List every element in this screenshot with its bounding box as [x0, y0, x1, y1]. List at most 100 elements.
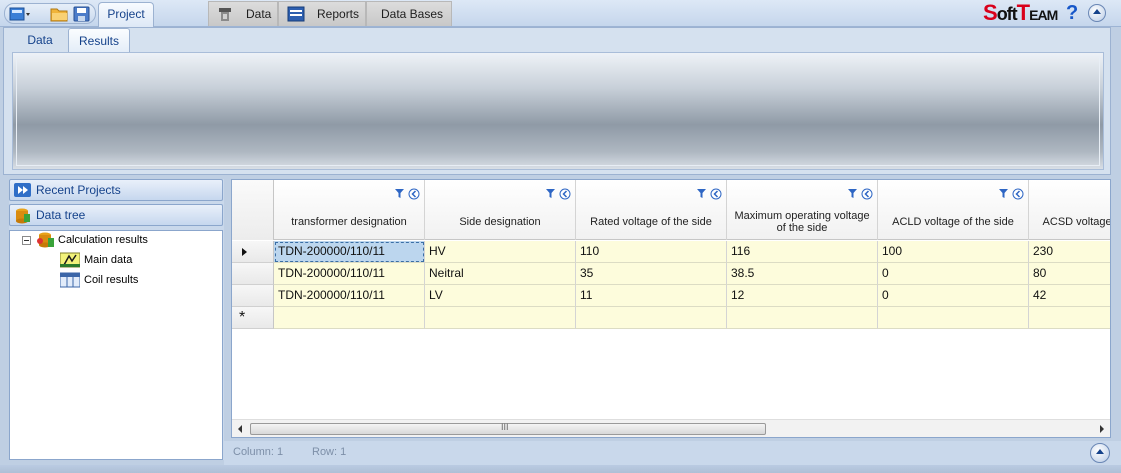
- column-header[interactable]: ACLD voltage of the side: [878, 180, 1029, 240]
- new-row-marker: *: [239, 309, 246, 326]
- table-cell[interactable]: 230: [1029, 241, 1110, 263]
- tab-project[interactable]: Project: [98, 2, 154, 27]
- scroll-grip: III: [501, 422, 509, 432]
- column-header-label: ACLD voltage of the side: [892, 216, 1014, 228]
- table-cell[interactable]: [425, 307, 576, 329]
- table-cell[interactable]: TDN-200000/110/11: [274, 241, 425, 263]
- open-folder-icon[interactable]: [50, 6, 68, 22]
- tree-item-main-data[interactable]: Main data: [46, 251, 132, 269]
- column-header-label: Side designation: [459, 216, 541, 228]
- row-selector[interactable]: [232, 263, 274, 285]
- logo-t: T: [1016, 0, 1030, 25]
- column-filter-icon[interactable]: [545, 188, 571, 200]
- row-selector[interactable]: [232, 241, 274, 263]
- database-icon: [36, 232, 56, 248]
- tab-data-bases[interactable]: Data Bases: [366, 1, 452, 26]
- table-cell[interactable]: 0: [878, 285, 1029, 307]
- table-cell[interactable]: LV: [425, 285, 576, 307]
- table-cell[interactable]: 80: [1029, 263, 1110, 285]
- tab-data-label: Data: [246, 7, 272, 21]
- tree-item-coil-results[interactable]: Coil results: [46, 271, 138, 289]
- help-icon[interactable]: ?: [1066, 2, 1080, 24]
- reports-icon: [287, 6, 305, 22]
- column-header-label: Rated voltage of the side: [590, 216, 712, 228]
- column-filter-icon[interactable]: [394, 188, 420, 200]
- collapse-ribbon-icon[interactable]: [1088, 4, 1106, 22]
- status-bar: Column: 1 Row: 1: [224, 441, 1121, 465]
- column-header[interactable]: transformer designation: [274, 180, 425, 240]
- row-selector[interactable]: *: [232, 307, 274, 329]
- tree-label-calculation-results: Calculation results: [58, 234, 148, 246]
- table-cell[interactable]: TDN-200000/110/11: [274, 263, 425, 285]
- app-menu-icon[interactable]: [9, 6, 30, 22]
- table-cell[interactable]: [727, 307, 878, 329]
- collapse-panel-icon[interactable]: [1090, 443, 1110, 463]
- data-tree-button[interactable]: Data tree: [9, 204, 223, 226]
- column-filter-icon[interactable]: [998, 188, 1024, 200]
- quick-access-toolbar: [4, 3, 96, 24]
- tree-label-coil-results: Coil results: [84, 274, 139, 286]
- table-row[interactable]: TDN-200000/110/11 HV 110 116 100 230: [232, 241, 1110, 263]
- results-grid: transformer designation Side designation R…: [231, 179, 1111, 438]
- row-selector[interactable]: [232, 285, 274, 307]
- data-tools-icon: [217, 6, 235, 22]
- table-cell[interactable]: 35: [576, 263, 727, 285]
- status-column: Column: 1: [233, 446, 284, 458]
- column-filter-icon[interactable]: [696, 188, 722, 200]
- table-cell[interactable]: [878, 307, 1029, 329]
- left-navigation-panel: Recent Projects Data tree Calculation re…: [9, 179, 224, 460]
- column-header-label: ACSD voltage of the side: [1042, 216, 1111, 228]
- column-header-label: transformer designation: [291, 216, 407, 228]
- coil-results-icon: [59, 272, 81, 288]
- table-cell[interactable]: 42: [1029, 285, 1110, 307]
- table-cell[interactable]: [274, 307, 425, 329]
- tree-label-main-data: Main data: [84, 254, 133, 266]
- table-cell[interactable]: 0: [878, 263, 1029, 285]
- column-header[interactable]: ACSD voltage of the side: [1029, 180, 1111, 240]
- tree-item-calculation-results[interactable]: Calculation results: [22, 231, 148, 249]
- horizontal-scrollbar[interactable]: III: [232, 419, 1110, 437]
- data-tree: Calculation results Main data Coil resul…: [9, 230, 223, 460]
- scrollbar-thumb[interactable]: III: [250, 422, 766, 435]
- column-header[interactable]: Maximum operating voltage of the side: [727, 180, 878, 240]
- main-data-icon: [59, 252, 81, 268]
- tab-reports[interactable]: Reports: [278, 1, 366, 26]
- save-icon[interactable]: [73, 6, 91, 22]
- recent-projects-button[interactable]: Recent Projects: [9, 179, 223, 201]
- current-row-icon: [242, 248, 247, 256]
- column-filter-icon[interactable]: [847, 188, 873, 200]
- column-header[interactable]: Side designation: [425, 180, 576, 240]
- table-cell[interactable]: [576, 307, 727, 329]
- table-cell[interactable]: HV: [425, 241, 576, 263]
- tab-data-bases-label: Data Bases: [381, 7, 444, 21]
- tab-data[interactable]: Data: [208, 1, 278, 26]
- subtab-results[interactable]: Results: [68, 28, 130, 52]
- ribbon-panel: [12, 52, 1104, 170]
- table-cell[interactable]: [1029, 307, 1110, 329]
- subtab-data[interactable]: Data: [12, 28, 68, 52]
- table-cell[interactable]: Neitral: [425, 263, 576, 285]
- scroll-left-icon[interactable]: [238, 425, 242, 433]
- column-header[interactable]: Rated voltage of the side: [576, 180, 727, 240]
- row-selector-header: [232, 180, 274, 240]
- table-row[interactable]: TDN-200000/110/11 LV 11 12 0 42: [232, 285, 1110, 307]
- scroll-right-icon[interactable]: [1100, 425, 1104, 433]
- table-row[interactable]: TDN-200000/110/11 Neitral 35 38.5 0 80: [232, 263, 1110, 285]
- ribbon: Data Results: [3, 27, 1111, 175]
- recent-projects-label: Recent Projects: [36, 183, 121, 197]
- status-row: Row: 1: [312, 446, 347, 458]
- new-row[interactable]: *: [232, 307, 1110, 329]
- table-cell[interactable]: 38.5: [727, 263, 878, 285]
- table-cell[interactable]: 110: [576, 241, 727, 263]
- data-tree-label: Data tree: [36, 208, 86, 222]
- logo-oft: oft: [996, 4, 1018, 24]
- table-cell[interactable]: 11: [576, 285, 727, 307]
- grid-header: transformer designation Side designation R…: [232, 180, 1111, 240]
- table-cell[interactable]: 100: [878, 241, 1029, 263]
- table-cell[interactable]: 12: [727, 285, 878, 307]
- table-cell[interactable]: TDN-200000/110/11: [274, 285, 425, 307]
- data-tree-icon: [14, 208, 31, 224]
- collapse-node-icon[interactable]: [22, 236, 31, 245]
- table-cell[interactable]: 116: [727, 241, 878, 263]
- recent-projects-icon: [14, 183, 31, 197]
